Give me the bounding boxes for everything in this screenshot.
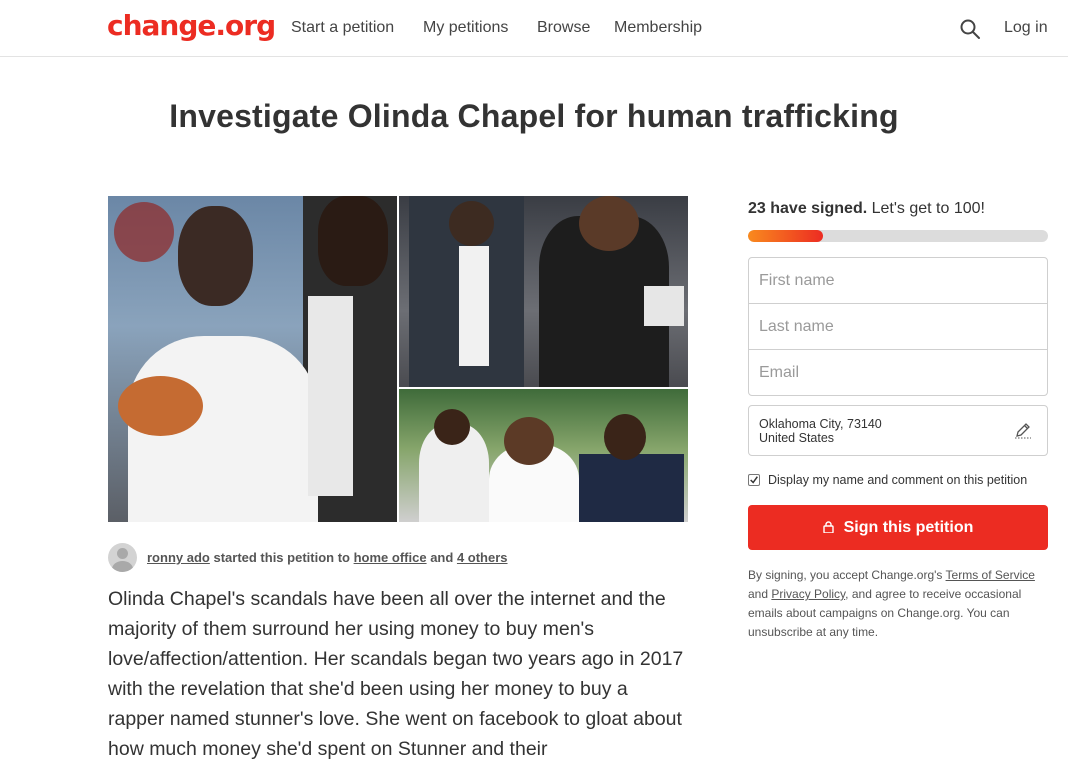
change-org-logo[interactable]: change.org <box>107 9 276 42</box>
wedding-photo <box>108 196 397 522</box>
petition-title: Investigate Olinda Chapel for human traf… <box>169 98 899 134</box>
display-name-label: Display my name and comment on this peti… <box>768 473 1028 487</box>
first-name-field[interactable] <box>749 258 1047 304</box>
progress-fill <box>748 230 823 242</box>
nav-my-petitions[interactable]: My petitions <box>423 19 508 37</box>
privacy-link[interactable]: Privacy Policy <box>771 587 845 601</box>
location-field[interactable]: Oklahoma City, 73140 United States <box>748 405 1048 456</box>
petition-description: Olinda Chapel's scandals have been all o… <box>108 588 684 760</box>
couple-photo <box>399 196 688 387</box>
legal-disclaimer: By signing, you accept Change.org's Term… <box>748 566 1048 642</box>
legal-text-1: By signing, you accept Change.org's <box>748 568 943 582</box>
starter-name-link[interactable]: ronny ado <box>147 550 210 565</box>
nav-browse[interactable]: Browse <box>537 19 590 37</box>
goal-text: Let's get to 100! <box>871 200 985 217</box>
sign-form <box>748 257 1048 396</box>
email-field[interactable] <box>749 350 1047 396</box>
avatar[interactable] <box>108 543 137 572</box>
edit-icon[interactable] <box>1014 421 1032 439</box>
starter-line: ronny ado started this petition to home … <box>147 550 508 565</box>
nav-start-petition[interactable]: Start a petition <box>291 19 394 37</box>
location-country: United States <box>759 431 835 445</box>
target-link[interactable]: home office <box>354 550 427 565</box>
signed-count-text: 23 have signed. <box>748 200 868 217</box>
display-name-checkbox[interactable] <box>748 474 760 486</box>
starter-text: started this petition to <box>213 550 350 565</box>
petition-image <box>108 196 688 522</box>
login-link[interactable]: Log in <box>1004 19 1048 37</box>
signature-progress-bar <box>748 230 1048 242</box>
checkmark-icon <box>750 476 758 484</box>
sign-petition-button[interactable]: Sign this petition <box>748 505 1048 550</box>
lock-icon <box>822 520 834 533</box>
signature-count: 23 have signed. Let's get to 100! <box>748 200 985 218</box>
last-name-field[interactable] <box>749 304 1047 350</box>
and-text: and <box>430 550 454 565</box>
search-icon[interactable] <box>959 18 981 40</box>
nav-membership[interactable]: Membership <box>614 19 702 37</box>
sign-button-label: Sign this petition <box>843 518 974 536</box>
site-header: change.org Start a petition My petitions… <box>0 0 1068 57</box>
others-link[interactable]: 4 others <box>457 550 508 565</box>
legal-and: and <box>748 587 769 601</box>
terms-link[interactable]: Terms of Service <box>946 568 1035 582</box>
group-photo <box>399 389 688 522</box>
location-city: Oklahoma City, 73140 <box>759 417 882 431</box>
